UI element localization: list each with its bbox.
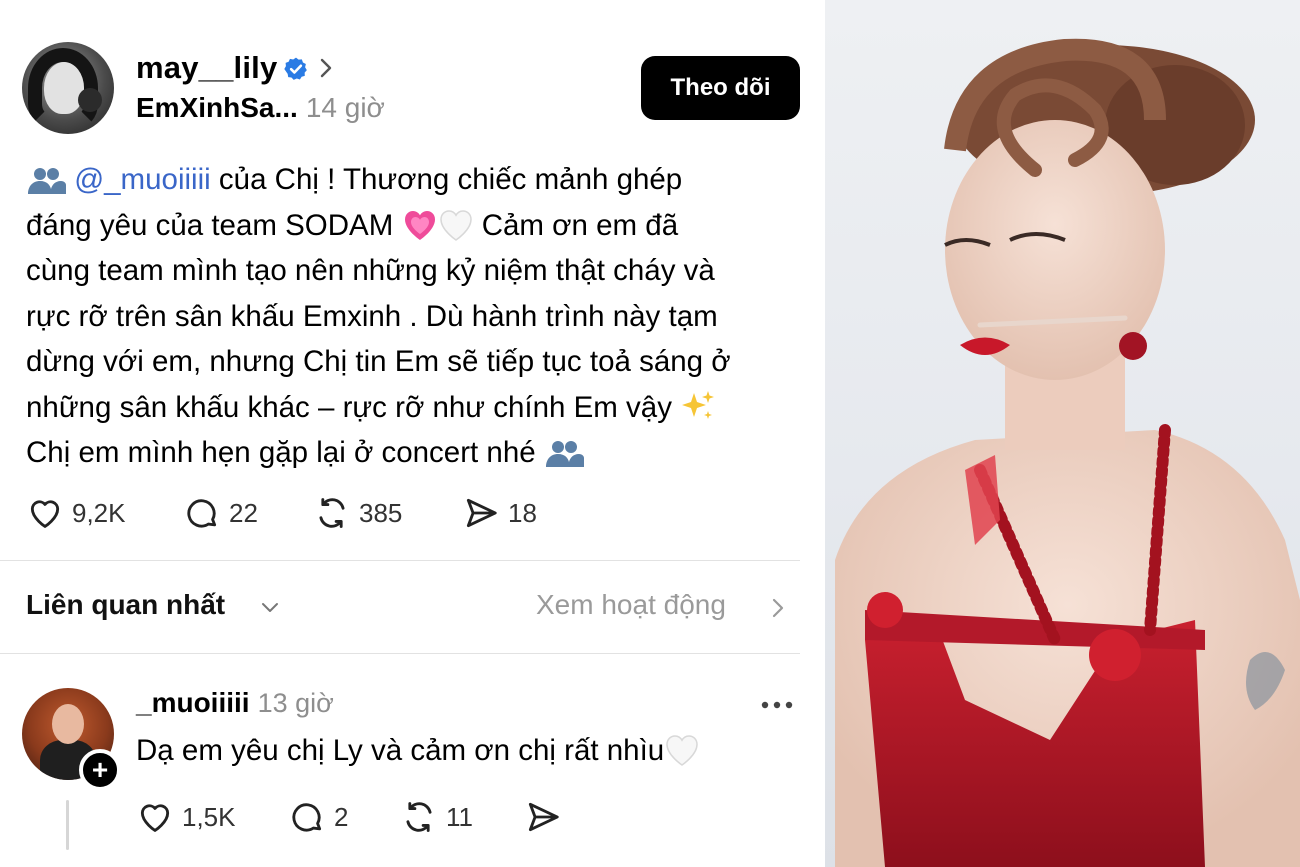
divider — [0, 653, 800, 654]
heart-icon — [140, 804, 170, 832]
reply-like-count: 1,5K — [182, 801, 236, 832]
author-avatar[interactable] — [22, 42, 114, 134]
repost-icon — [319, 498, 345, 528]
post-line-6: những sân khấu khác – rực rỡ như chính E… — [26, 385, 816, 431]
post-text-line2b: Cảm ơn em đã — [473, 208, 679, 242]
post-line-3: cùng team mình tạo nên những kỷ niệm thậ… — [26, 254, 715, 287]
reply-share-button[interactable] — [524, 797, 570, 837]
share-count: 18 — [508, 497, 537, 528]
author-username[interactable]: may__lily — [136, 50, 277, 86]
avatar-face-shape — [52, 704, 84, 744]
comment-icon — [187, 499, 217, 528]
chevron-right-icon[interactable] — [770, 595, 786, 621]
share-icon — [528, 802, 559, 832]
chevron-right-icon[interactable] — [318, 55, 334, 81]
performer-photo — [825, 0, 1300, 867]
reply-comment-button[interactable]: 2 — [288, 797, 348, 837]
reply-like-button[interactable]: 1,5K — [136, 797, 236, 837]
post-text-line2a: đáng yêu của team SODAM — [26, 208, 402, 242]
verified-badge-icon — [284, 57, 307, 80]
like-count: 9,2K — [72, 497, 126, 528]
avatar-rose-shape — [78, 88, 102, 112]
comment-count: 22 — [229, 497, 258, 528]
reply-comment-count: 2 — [334, 801, 349, 832]
author-subline: EmXinhSa... 14 giờ — [136, 92, 385, 124]
more-icon[interactable] — [760, 700, 794, 710]
repost-button[interactable]: 385 — [313, 493, 402, 533]
follow-plus-button[interactable]: + — [79, 749, 121, 791]
reply-repost-count: 11 — [446, 801, 473, 832]
people-emoji-icon — [545, 441, 584, 467]
share-button[interactable]: 18 — [462, 493, 537, 533]
reply-time: 13 giờ — [257, 688, 334, 718]
post-text-line1: của Chị ! Thương chiếc mảnh ghép — [210, 163, 683, 196]
white-heart-emoji-icon — [666, 735, 698, 766]
post-line-2: đáng yêu của team SODAM Cảm ơn em đã — [26, 203, 816, 249]
community-name[interactable]: EmXinhSa... — [136, 92, 298, 123]
reply-action-bar: 1,5K 2 11 — [136, 797, 736, 837]
white-heart-emoji-icon — [439, 209, 472, 241]
comment-button[interactable]: 22 — [183, 493, 258, 533]
share-icon — [466, 498, 497, 528]
mention-link[interactable]: @_muoiiiii — [74, 163, 211, 196]
post-line-4: rực rỡ trên sân khấu Emxinh . Dù hành tr… — [26, 299, 718, 333]
divider — [0, 560, 800, 561]
avatar-face-shape — [44, 62, 84, 114]
heart-icon — [30, 500, 60, 528]
people-emoji-icon — [28, 168, 66, 194]
post-action-bar: 9,2K 22 385 18 — [26, 493, 726, 533]
reply-body: Dạ em yêu chị Ly và cảm ơn chị rất nhìu — [136, 733, 700, 768]
repost-count: 385 — [359, 497, 403, 528]
reply-repost-button[interactable]: 11 — [400, 797, 473, 837]
post-body: @_muoiiiii của Chị ! Thương chiếc mảnh g… — [26, 157, 816, 476]
chevron-down-icon[interactable] — [259, 598, 281, 616]
repost-icon — [406, 802, 432, 832]
reply-header: _muoiiiii 13 giờ — [136, 687, 334, 719]
comment-icon — [292, 803, 322, 832]
post-text-line6: những sân khấu khác – rực rỡ như chính E… — [26, 390, 681, 424]
reply-username[interactable]: _muoiiiii — [136, 687, 250, 718]
growing-heart-emoji-icon — [404, 210, 435, 240]
post-line-5: dừng với em, nhưng Chị tin Em sẽ tiếp tụ… — [26, 345, 731, 378]
sparkles-emoji-icon — [682, 390, 715, 419]
like-button[interactable]: 9,2K — [26, 493, 126, 533]
follow-button[interactable]: Theo dõi — [641, 56, 800, 120]
thread-line — [66, 800, 69, 850]
performer-illustration — [835, 38, 1300, 867]
post-line-7: Chị em mình hẹn gặp lại ở concert nhé — [26, 430, 816, 476]
post-text-line7: Chị em mình hẹn gặp lại ở concert nhé — [26, 436, 544, 469]
post-time: 14 giờ — [305, 92, 385, 123]
view-activity-link[interactable]: Xem hoạt động — [536, 589, 726, 621]
threads-post-screen: may__lily EmXinhSa... 14 giờ Theo dõi @_m… — [0, 0, 825, 867]
post-line-1: @_muoiiiii của Chị ! Thương chiếc mảnh g… — [26, 157, 816, 203]
reply-text: Dạ em yêu chị Ly và cảm ơn chị rất nhìu — [136, 734, 665, 767]
sort-dropdown-label[interactable]: Liên quan nhất — [26, 589, 225, 621]
